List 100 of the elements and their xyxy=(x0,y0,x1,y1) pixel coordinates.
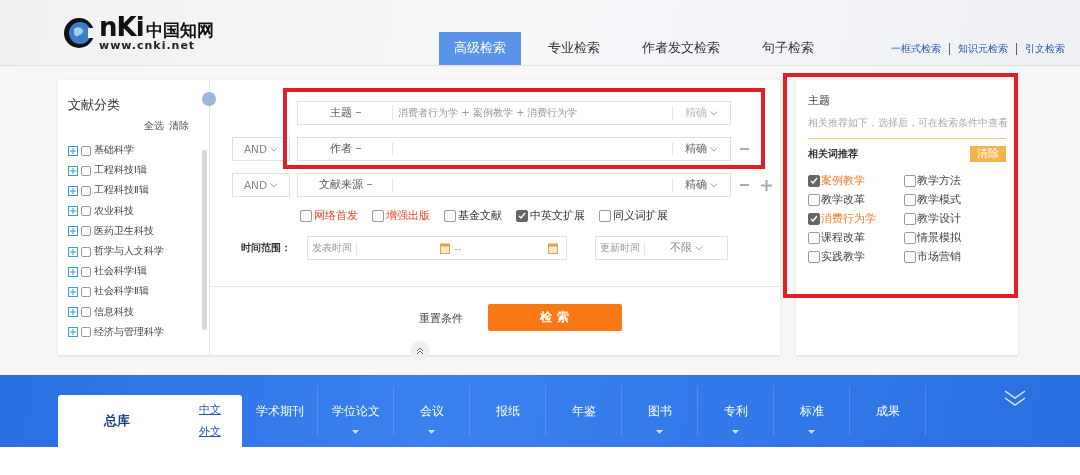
reset-link[interactable]: 重置条件 xyxy=(418,311,463,326)
checkbox[interactable] xyxy=(81,286,91,297)
update-time-select[interactable]: 更新时间 不限 xyxy=(595,236,728,260)
checkbox[interactable] xyxy=(81,145,91,156)
chevron-down-icon[interactable] xyxy=(270,146,279,152)
header-link[interactable]: 知识元检索 xyxy=(958,41,1008,56)
database-link[interactable]: 标准 xyxy=(799,403,824,419)
query-field[interactable]: 主题 消费者行为学 + 案例教学 + 消费行为学 精确 xyxy=(297,101,731,125)
checkbox[interactable] xyxy=(808,232,820,244)
option-label[interactable]: 中英文扩展 xyxy=(530,209,585,223)
checkbox[interactable] xyxy=(904,175,916,187)
checkbox[interactable] xyxy=(444,210,456,222)
caret-icon[interactable] xyxy=(808,430,815,434)
language-link[interactable]: 外文 xyxy=(199,425,221,439)
option-label[interactable]: 同义词扩展 xyxy=(613,209,668,223)
checkbox[interactable] xyxy=(372,210,384,222)
chevron-down-icon[interactable] xyxy=(270,182,279,188)
database-link[interactable]: 报纸 xyxy=(495,403,520,419)
expand-more-icon[interactable] xyxy=(1004,389,1026,407)
database-link[interactable]: 成果 xyxy=(875,403,900,419)
chevron-down-icon[interactable] xyxy=(710,111,718,116)
caret-icon[interactable] xyxy=(732,430,739,434)
field-select[interactable]: 文献来源 xyxy=(318,178,363,190)
dropdown-marker-icon[interactable] xyxy=(366,184,372,186)
chevron-down-icon[interactable] xyxy=(710,183,718,188)
calendar-icon[interactable] xyxy=(548,242,558,254)
database-link[interactable]: 学位论文 xyxy=(331,403,380,419)
query-field[interactable]: 作者 精确 xyxy=(297,137,731,161)
checkbox[interactable] xyxy=(904,194,916,206)
expand-icon[interactable] xyxy=(68,246,78,257)
query-field[interactable]: 文献来源 精确 xyxy=(297,173,731,197)
expand-icon[interactable] xyxy=(68,266,78,277)
category-label[interactable]: 信息科技 xyxy=(94,305,134,319)
expand-icon[interactable] xyxy=(68,307,78,318)
checkbox[interactable] xyxy=(904,213,916,225)
term-label[interactable]: 市场营销 xyxy=(917,250,961,264)
operator-select[interactable]: AND xyxy=(232,137,290,161)
chevron-down-icon[interactable] xyxy=(710,147,718,152)
category-label[interactable]: 基础科学 xyxy=(94,144,134,158)
match-select[interactable]: 精确 xyxy=(685,142,707,154)
search-tab[interactable]: 专业检索 xyxy=(533,32,615,65)
dropdown-marker-icon[interactable] xyxy=(355,112,361,114)
expand-icon[interactable] xyxy=(68,165,78,176)
term-label[interactable]: 教学方法 xyxy=(917,174,961,188)
search-tab[interactable]: 句子检索 xyxy=(747,32,829,65)
double-chevron-up-icon[interactable] xyxy=(416,347,424,355)
checkbox[interactable] xyxy=(81,266,91,277)
sidebar-action-link[interactable]: 全选 xyxy=(144,120,164,133)
category-label[interactable]: 工程科技Ⅰ辑 xyxy=(94,164,147,178)
category-label[interactable]: 工程科技Ⅱ辑 xyxy=(94,184,149,198)
checkbox[interactable] xyxy=(904,251,916,263)
checkbox[interactable] xyxy=(81,327,91,338)
checkbox[interactable] xyxy=(81,307,91,318)
sidebar-action-link[interactable]: 清除 xyxy=(169,120,189,133)
term-label[interactable]: 教学设计 xyxy=(917,212,961,226)
search-tab[interactable]: 作者发文检索 xyxy=(627,32,735,65)
category-label[interactable]: 经济与管理科学 xyxy=(94,325,164,339)
category-label[interactable]: 哲学与人文科学 xyxy=(94,245,164,259)
header-link[interactable]: 引文检索 xyxy=(1025,41,1065,56)
expand-icon[interactable] xyxy=(68,327,78,338)
option-label[interactable]: 网络首发 xyxy=(314,209,358,223)
field-select[interactable]: 作者 xyxy=(329,142,352,154)
checkbox[interactable] xyxy=(81,165,91,176)
match-select[interactable]: 精确 xyxy=(685,178,707,190)
checkbox[interactable] xyxy=(599,210,611,222)
checkbox[interactable] xyxy=(904,232,916,244)
database-link[interactable]: 年鉴 xyxy=(571,403,596,419)
expand-icon[interactable] xyxy=(68,185,78,196)
checkbox[interactable] xyxy=(808,175,820,187)
checkbox[interactable] xyxy=(300,210,312,222)
option-label[interactable]: 基金文献 xyxy=(458,209,502,223)
expand-icon[interactable] xyxy=(68,145,78,156)
caret-icon[interactable] xyxy=(428,430,435,434)
expand-icon[interactable] xyxy=(68,226,78,237)
caret-icon[interactable] xyxy=(352,430,359,434)
expand-icon[interactable] xyxy=(68,286,78,297)
operator-select[interactable]: AND xyxy=(232,173,290,197)
category-label[interactable]: 医药卫生科技 xyxy=(94,224,154,238)
database-link[interactable]: 专利 xyxy=(723,403,748,419)
field-select[interactable]: 主题 xyxy=(329,106,352,118)
database-link[interactable]: 会议 xyxy=(419,403,444,419)
scrollbar[interactable] xyxy=(202,150,207,330)
checkbox[interactable] xyxy=(81,206,91,217)
option-label[interactable]: 增强出版 xyxy=(386,209,430,223)
checkbox[interactable] xyxy=(808,194,820,206)
add-row-icon[interactable] xyxy=(761,179,772,191)
caret-icon[interactable] xyxy=(656,430,663,434)
term-label[interactable]: 情景模拟 xyxy=(917,231,961,245)
calendar-icon[interactable] xyxy=(440,242,450,254)
category-label[interactable]: 农业科技 xyxy=(94,204,134,218)
database-link[interactable]: 图书 xyxy=(647,403,672,419)
term-label[interactable]: 实践教学 xyxy=(821,250,865,264)
category-label[interactable]: 社会科学Ⅱ辑 xyxy=(94,285,149,299)
category-label[interactable]: 社会科学Ⅰ辑 xyxy=(94,265,147,279)
language-link[interactable]: 中文 xyxy=(199,403,221,417)
term-label[interactable]: 课程改革 xyxy=(821,231,865,245)
header-link[interactable]: 一框式检索 xyxy=(891,41,941,56)
checkbox[interactable] xyxy=(516,210,528,222)
collapse-button[interactable] xyxy=(410,341,430,361)
chevron-down-icon[interactable] xyxy=(694,246,703,251)
